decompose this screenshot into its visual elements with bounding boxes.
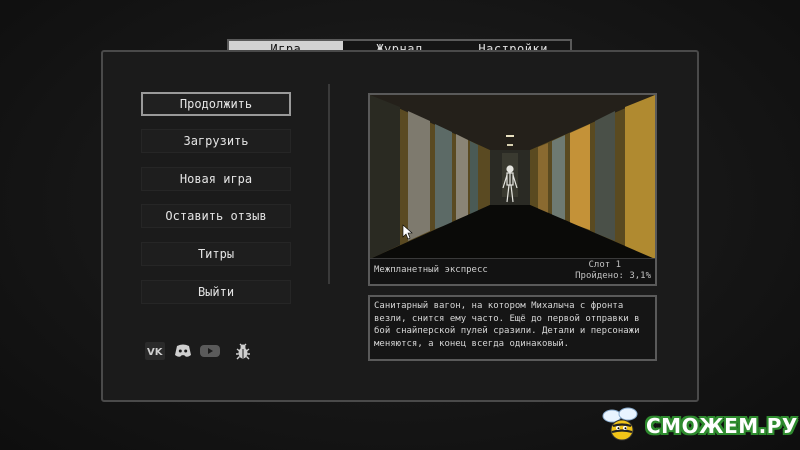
train-corridor-screenshot: [370, 95, 655, 259]
watermark: СМОЖЕМ.РУ: [598, 404, 798, 444]
exit-button[interactable]: Выйти: [141, 280, 291, 304]
bee-logo-icon: [602, 407, 638, 441]
watermark-text: СМОЖЕМ.РУ: [646, 414, 798, 438]
youtube-icon[interactable]: [200, 342, 220, 360]
credits-button[interactable]: Титры: [141, 242, 291, 266]
save-progress: Пройдено: 3,1%: [575, 271, 651, 281]
load-button[interactable]: Загрузить: [141, 129, 291, 153]
panel-divider: [328, 84, 330, 284]
new-game-button[interactable]: Новая игра: [141, 167, 291, 191]
leave-review-button[interactable]: Оставить отзыв: [141, 204, 291, 228]
bug-icon[interactable]: [233, 342, 253, 360]
discord-icon[interactable]: [173, 342, 193, 360]
vk-icon[interactable]: VK: [145, 342, 165, 360]
save-title: Межпланетный экспресс: [374, 265, 488, 275]
save-description: Санитарный вагон, на котором Михалыча с …: [368, 295, 657, 361]
svg-text:VK: VK: [147, 347, 164, 357]
continue-button[interactable]: Продолжить: [141, 92, 291, 116]
save-preview[interactable]: Межпланетный экспресс Слот 1 Пройдено: 3…: [368, 93, 657, 286]
save-caption: Межпланетный экспресс Слот 1 Пройдено: 3…: [370, 258, 655, 284]
save-slot: Слот 1: [588, 260, 621, 270]
